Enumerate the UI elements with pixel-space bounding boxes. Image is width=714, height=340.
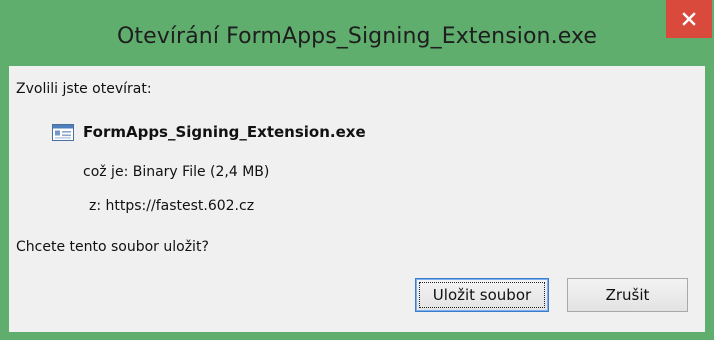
intro-text: Zvolili jste otevírat: (16, 81, 152, 97)
file-name: FormApps_Signing_Extension.exe (83, 123, 366, 141)
close-icon (682, 12, 696, 26)
file-type-label: což je: Binary File (2,4 MB) (83, 164, 270, 180)
close-button[interactable] (666, 0, 712, 38)
window-title: Otevírání FormApps_Signing_Extension.exe (116, 24, 598, 49)
cancel-button-label: Zrušit (605, 286, 650, 304)
save-file-button-label: Uložit soubor (432, 286, 532, 304)
file-info-row: FormApps_Signing_Extension.exe (52, 122, 366, 142)
dialog-body: Zvolili jste otevírat: FormApps_Signing_… (9, 66, 705, 332)
file-source-label: z: https://fastest.602.cz (89, 198, 255, 214)
title-bar[interactable]: Otevírání FormApps_Signing_Extension.exe (0, 0, 714, 66)
save-question: Chcete tento soubor uložit? (16, 239, 209, 255)
save-file-button[interactable]: Uložit soubor (415, 278, 549, 312)
cancel-button[interactable]: Zrušit (567, 278, 688, 312)
window-bottom-border (0, 332, 714, 340)
application-file-icon (52, 123, 74, 141)
download-dialog-window: Otevírání FormApps_Signing_Extension.exe… (0, 0, 714, 340)
